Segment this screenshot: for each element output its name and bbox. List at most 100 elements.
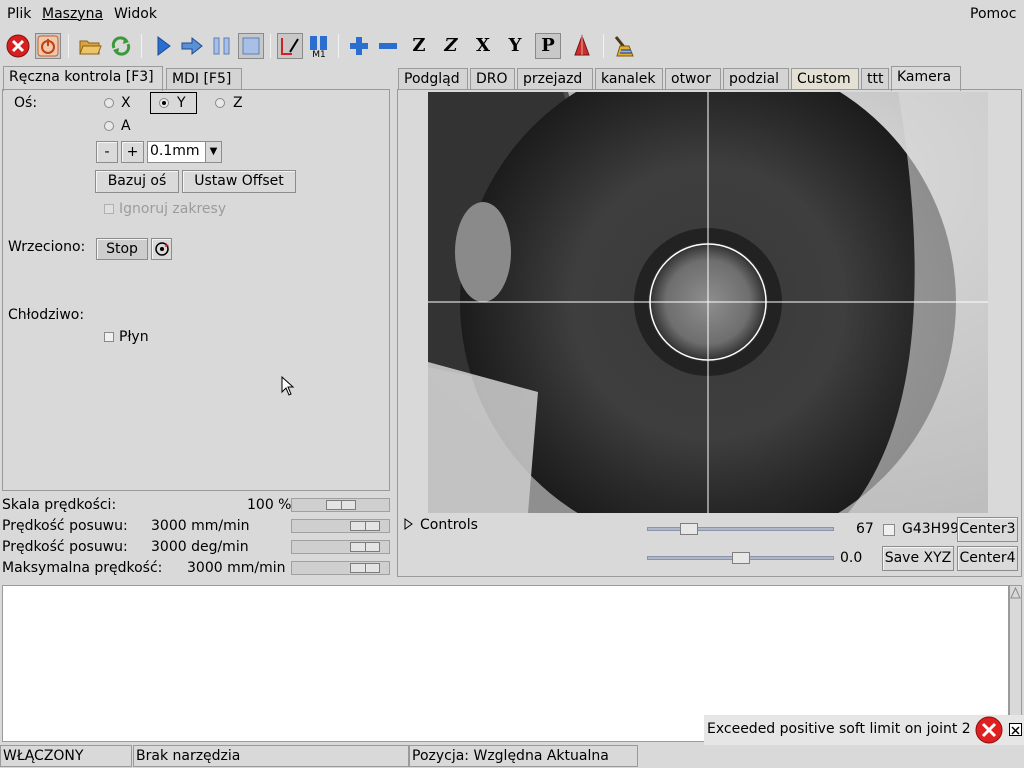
feed-override-label: Skala prędkości: [2,497,117,513]
angular-jog-speed-value: 3000 deg/min [151,539,249,555]
max-velocity-label: Maksymalna prędkość: [2,560,163,576]
scroll-up-icon[interactable] [1010,586,1021,600]
tab-mdi[interactable]: MDI [F5] [166,68,242,90]
set-offset-button[interactable]: Ustaw Offset [182,170,296,193]
axis-a-label: A [121,118,131,134]
tab-przejazd[interactable]: przejazd [517,68,593,90]
tab-custom[interactable]: Custom [791,68,859,90]
camera-image [428,92,988,513]
jog-minus-button[interactable]: - [96,141,118,163]
jog-speed-slider[interactable] [291,519,390,533]
axis-z-radio[interactable] [215,98,225,108]
camera-slider-1[interactable] [647,523,834,535]
menu-maszyna[interactable]: Maszyna [42,6,103,22]
save-xyz-button[interactable]: Save XYZ [882,546,954,571]
estop-icon[interactable] [5,33,31,59]
slider-thumb[interactable] [350,521,380,531]
feed-override-value: 100 % [247,497,292,513]
step-icon[interactable] [179,33,205,59]
stop-icon[interactable] [238,33,264,59]
clear-plot-icon[interactable] [610,33,636,59]
view-x-icon[interactable]: X [470,33,496,59]
camera-view[interactable] [428,92,988,513]
optional-stop-icon[interactable]: M1 [306,33,332,59]
axis-y-radio[interactable] [159,98,169,108]
rotate-view-icon[interactable] [569,33,595,59]
increment-select[interactable]: 0.1mm ▼ [147,141,222,163]
block-delete-icon[interactable] [277,33,303,59]
coolant-label: Chłodziwo: [8,307,85,323]
slider-thumb[interactable] [732,552,750,564]
error-icon [975,716,1003,744]
tab-podglad[interactable]: Podgląd [398,68,468,90]
machine-power-icon[interactable] [35,33,61,59]
tab-ttt[interactable]: ttt [861,68,889,90]
axis-y-option[interactable] [150,92,197,114]
menu-bar: Plik Maszyna Widok Pomoc [0,0,1024,28]
g43-label: G43H99 [902,521,960,537]
close-icon[interactable] [1009,723,1022,736]
menu-pomoc[interactable]: Pomoc [970,6,1016,22]
slider-thumb[interactable] [680,523,698,535]
svg-text:M1: M1 [312,50,326,58]
toolbar: M1 Z Z X Y P [0,28,1024,66]
jog-speed-value: 3000 mm/min [151,518,250,534]
spindle-label: Wrzeciono: [8,239,86,255]
tab-kanalek[interactable]: kanalek [595,68,663,90]
axis-x-radio[interactable] [104,98,114,108]
view-y-icon[interactable]: Y [502,33,528,59]
spindle-direction-icon[interactable] [151,238,172,260]
max-velocity-slider[interactable] [291,561,390,575]
tab-podzial[interactable]: podzial [723,68,789,90]
ignore-limits-checkbox[interactable] [104,204,114,214]
slider-thumb[interactable] [350,542,380,552]
zoom-out-icon[interactable] [375,33,401,59]
view-z2-icon[interactable]: Z [438,33,464,59]
axis-label: Oś: [14,95,38,111]
menu-plik[interactable]: Plik [7,6,31,22]
zoom-in-icon[interactable] [346,33,372,59]
tab-dro[interactable]: DRO [470,68,515,90]
home-axis-button[interactable]: Bazuj oś [95,170,179,193]
chevron-down-icon: ▼ [205,142,221,162]
status-tool: Brak narzędzia [133,745,409,767]
camera-slider-1-value: 67 [856,521,874,537]
status-machine-state: WŁĄCZONY [0,745,132,767]
center4-button[interactable]: Center4 [957,546,1018,571]
right-tab-bar: Podgląd DRO przejazd kanalek otwor podzi… [397,66,1024,91]
open-file-icon[interactable] [77,33,103,59]
jog-plus-button[interactable]: + [121,141,144,163]
expand-arrow-icon[interactable] [403,517,415,531]
axis-y-label: Y [177,95,186,111]
pause-icon[interactable] [209,33,235,59]
feed-override-slider[interactable] [291,498,390,512]
tab-kamera[interactable]: Kamera [891,66,961,91]
mouse-cursor-icon [281,376,295,396]
tab-manual-control[interactable]: Ręczna kontrola [F3] [3,66,163,91]
axis-x-label: X [121,95,131,111]
g43-checkbox[interactable] [883,524,895,536]
axis-a-radio[interactable] [104,121,114,131]
angular-jog-speed-slider[interactable] [291,540,390,554]
menu-widok[interactable]: Widok [114,6,157,22]
jog-speed-label: Prędkość posuwu: [2,518,128,534]
axis-z-label: Z [233,95,243,111]
slider-thumb[interactable] [350,563,380,573]
angular-jog-speed-label: Prędkość posuwu: [2,539,128,555]
error-message: Exceeded positive soft limit on joint 2 [707,721,971,737]
flood-checkbox[interactable] [104,332,114,342]
camera-slider-2-value: 0.0 [840,550,863,566]
flood-label: Płyn [119,329,149,345]
center3-button[interactable]: Center3 [957,517,1018,542]
increment-value: 0.1mm [150,143,200,159]
spindle-stop-button[interactable]: Stop [96,238,148,260]
camera-slider-2[interactable] [647,552,834,564]
run-icon[interactable] [150,33,176,59]
slider-thumb[interactable] [326,500,356,510]
view-z-icon[interactable]: Z [406,33,432,59]
view-p-icon[interactable]: P [535,33,561,59]
controls-expander[interactable]: Controls [420,517,478,533]
reload-icon[interactable] [108,33,134,59]
max-velocity-value: 3000 mm/min [187,560,286,576]
tab-otwor[interactable]: otwor [665,68,721,90]
